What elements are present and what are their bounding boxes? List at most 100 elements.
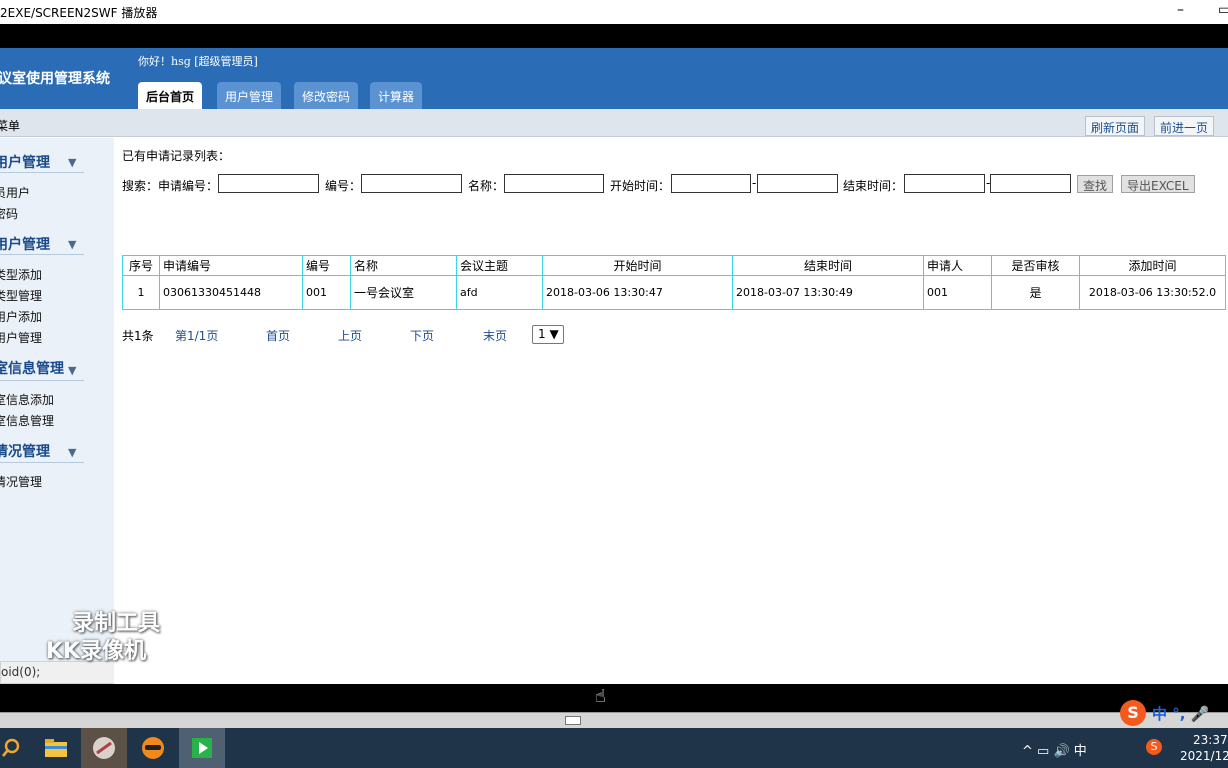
chevron-down-icon[interactable]: ▼ [68, 364, 76, 377]
sidebar-item-password[interactable]: 密码 [0, 205, 18, 222]
ime-toolbar[interactable]: S 中 °, 🎤 [1120, 700, 1209, 726]
taskbar: ^ ▭ 🔊 中 S 23:37 2021/12 [0, 728, 1228, 768]
search-row: 搜索： 申请编号： 编号： 名称： 开始时间： - 结束时间： - 查找 导出E… [122, 174, 1222, 196]
minimize-button[interactable]: – [1177, 2, 1184, 18]
seek-thumb[interactable] [565, 716, 581, 725]
clock-date: 2021/12 [1180, 749, 1228, 763]
user-greeting: 你好！hsg [超级管理员] [138, 55, 258, 68]
apply-no-input[interactable] [218, 174, 319, 193]
cell-topic: afd [456, 275, 543, 310]
cell-name: 一号会议室 [350, 275, 457, 310]
sogou-tray-icon[interactable]: S [1146, 739, 1162, 755]
player-seekbar[interactable] [0, 712, 1228, 728]
pager-next-link[interactable]: 下页 [410, 327, 434, 344]
col-end-time: 结束时间 [732, 255, 924, 276]
number-label: 编号： [325, 179, 362, 193]
end-time-label: 结束时间： [843, 179, 904, 193]
system-tray[interactable]: ^ ▭ 🔊 中 [1022, 740, 1087, 759]
sub-toolbar: 菜单 刷新页面 前进一页 [0, 109, 1228, 137]
start-time-to-input[interactable] [757, 174, 838, 193]
watermark-line1: 录制工具 [72, 611, 161, 636]
cell-approved: 是 [991, 275, 1080, 310]
cell-apply-no: 03061330451448 [159, 275, 303, 310]
tab-home[interactable]: 后台首页 [138, 82, 203, 109]
search-label: 搜索： [122, 179, 159, 193]
divider [0, 172, 84, 173]
col-approved: 是否审核 [991, 255, 1080, 276]
app-header: 议室使用管理系统 你好！hsg [超级管理员] 后台首页 用户管理 修改密码 计… [0, 48, 1228, 109]
cell-number: 001 [302, 275, 351, 310]
refresh-page-button[interactable]: 刷新页面 [1085, 116, 1146, 136]
sidebar-item-type-manage[interactable]: 类型管理 [0, 287, 42, 304]
file-explorer-icon[interactable] [33, 728, 79, 768]
apply-no-label: 申请编号： [158, 179, 219, 193]
export-excel-button[interactable]: 导出EXCEL [1121, 175, 1195, 193]
divider [0, 254, 84, 255]
recorder-app-icon[interactable] [130, 728, 176, 768]
main-content: 已有申请记录列表： 搜索： 申请编号： 编号： 名称： 开始时间： - 结束时间… [114, 138, 1228, 684]
end-time-to-input[interactable] [990, 174, 1071, 193]
chevron-down-icon[interactable]: ▼ [68, 446, 76, 459]
taskbar-clock[interactable]: 23:37 2021/12 [1180, 732, 1228, 764]
pager-last-link[interactable]: 末页 [483, 327, 507, 344]
list-title: 已有申请记录列表： [122, 149, 231, 163]
player-top-band [0, 24, 1228, 48]
sidebar-group-usage[interactable]: 情况管理 [0, 441, 50, 461]
sidebar-item-type-add[interactable]: 类型添加 [0, 266, 42, 283]
start-time-label: 开始时间： [610, 179, 671, 193]
page-select-value: 1 [538, 327, 546, 341]
media-app-icon[interactable] [81, 728, 127, 768]
sidebar-group-users[interactable]: 用户管理 [0, 152, 50, 172]
number-input[interactable] [361, 174, 462, 193]
pager-first-link[interactable]: 首页 [266, 327, 290, 344]
restore-button[interactable]: ▭ [1218, 2, 1228, 18]
chevron-down-icon[interactable]: ▼ [68, 156, 76, 169]
pager-page-info: 第1/1页 [175, 329, 219, 343]
sogou-icon[interactable]: S [1120, 700, 1146, 726]
chevron-down-icon: ▼ [549, 327, 559, 341]
sidebar-item-admin-user[interactable]: 员用户 [0, 184, 30, 201]
name-input[interactable] [504, 174, 604, 193]
sidebar: 用户管理 ▼ 员用户 密码 用户管理 ▼ 类型添加 类型管理 用户添加 用户管理… [0, 138, 384, 684]
col-start-time: 开始时间 [542, 255, 733, 276]
find-button[interactable]: 查找 [1077, 175, 1114, 193]
col-apply-no: 申请编号 [159, 255, 303, 276]
pager-total: 共1条 [122, 329, 154, 343]
window-title: 2EXE/SCREEN2SWF 播放器 [0, 6, 158, 20]
sidebar-item-usage-manage[interactable]: 情况管理 [0, 473, 42, 490]
search-icon[interactable] [0, 728, 34, 768]
sidebar-item-user-manage[interactable]: 用户管理 [0, 329, 42, 346]
tab-change-password[interactable]: 修改密码 [294, 82, 359, 109]
menu-label: 菜单 [0, 119, 21, 133]
pager-prev-link[interactable]: 上页 [338, 327, 362, 344]
name-label: 名称： [468, 179, 505, 193]
clock-time: 23:37 [1193, 733, 1228, 747]
cell-start-time: 2018-03-06 13:30:47 [542, 275, 733, 310]
sidebar-item-room-manage[interactable]: 室信息管理 [0, 412, 54, 429]
player-bottom-band [0, 684, 1228, 712]
start-time-from-input[interactable] [671, 174, 751, 193]
col-topic: 会议主题 [456, 255, 543, 276]
tab-user-management[interactable]: 用户管理 [217, 82, 282, 109]
sidebar-item-user-add[interactable]: 用户添加 [0, 308, 42, 325]
swf-player-icon[interactable] [179, 728, 225, 768]
col-number: 编号 [302, 255, 351, 276]
end-time-from-input[interactable] [904, 174, 985, 193]
forward-page-button[interactable]: 前进一页 [1154, 116, 1215, 136]
table-row[interactable]: 1 03061330451448 001 一号会议室 afd 2018-03-0… [122, 275, 1226, 310]
col-applicant: 申请人 [923, 255, 992, 276]
sidebar-item-room-add[interactable]: 室信息添加 [0, 391, 54, 408]
page-select[interactable]: 1 ▼ [532, 325, 564, 344]
cell-index: 1 [122, 275, 160, 310]
records-table: 序号 申请编号 编号 名称 会议主题 开始时间 结束时间 申请人 是否审核 添加… [122, 255, 1226, 310]
chevron-down-icon[interactable]: ▼ [68, 238, 76, 251]
recorder-watermark: 录制工具 KK录像机 [46, 610, 160, 666]
sidebar-group-room-info[interactable]: 室信息管理 [0, 358, 64, 378]
ime-status[interactable]: 中 °, 🎤 [1152, 703, 1209, 724]
cell-added-time: 2018-03-06 13:30:52.0 [1079, 275, 1226, 310]
sidebar-group-user-types[interactable]: 用户管理 [0, 234, 50, 254]
divider [0, 462, 84, 463]
tab-calculator[interactable]: 计算器 [370, 82, 423, 109]
system-title: 议室使用管理系统 [0, 71, 110, 87]
col-index: 序号 [122, 255, 160, 276]
